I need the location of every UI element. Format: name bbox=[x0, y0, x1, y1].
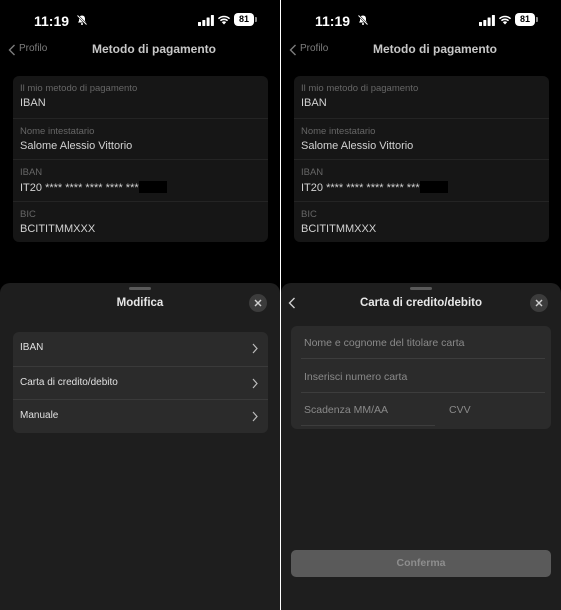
page-title: Metodo di pagamento bbox=[92, 42, 216, 56]
info-label: Nome intestatario bbox=[20, 125, 95, 137]
info-value: Salome Alessio Vittorio bbox=[301, 139, 414, 152]
payment-info-card: Il mio metodo di pagamento IBAN Nome int… bbox=[294, 76, 549, 242]
info-row-method: Il mio metodo di pagamento IBAN bbox=[294, 76, 549, 118]
info-label: Il mio metodo di pagamento bbox=[20, 83, 138, 94]
status-bar: 11:19 81 bbox=[0, 0, 280, 40]
expiry-placeholder: Scadenza MM/AA bbox=[304, 404, 389, 416]
confirm-button[interactable]: Conferma bbox=[291, 550, 551, 577]
option-label: Manuale bbox=[20, 410, 59, 421]
redaction-block bbox=[138, 181, 167, 193]
info-value: Salome Alessio Vittorio bbox=[20, 139, 133, 152]
cvv-field[interactable]: CVV bbox=[446, 393, 545, 426]
option-iban[interactable]: IBAN bbox=[13, 332, 268, 366]
sheet-title: Carta di credito/debito bbox=[359, 297, 483, 309]
battery-icon: 81 bbox=[234, 13, 257, 26]
info-label: Il mio metodo di pagamento bbox=[301, 83, 419, 94]
cellular-signal-icon bbox=[479, 15, 495, 26]
status-time: 11:19 bbox=[315, 13, 351, 29]
info-label: Nome intestatario bbox=[301, 125, 376, 137]
option-manual[interactable]: Manuale bbox=[13, 399, 268, 433]
close-button[interactable] bbox=[530, 294, 548, 312]
battery-level: 81 bbox=[515, 13, 535, 26]
battery-level: 81 bbox=[234, 13, 254, 26]
sheet-grabber[interactable] bbox=[410, 287, 432, 290]
info-value: BCITITMMXXX bbox=[20, 222, 96, 235]
info-value-wrapper: IT20 **** **** **** **** *** bbox=[20, 181, 167, 194]
info-label: BIC bbox=[301, 208, 317, 220]
info-row-iban: IBAN IT20 **** **** **** **** *** bbox=[294, 159, 549, 201]
option-label: Carta di credito/debito bbox=[20, 376, 118, 388]
info-row-method: Il mio metodo di pagamento IBAN bbox=[13, 76, 268, 118]
chevron-right-icon bbox=[252, 411, 258, 422]
battery-icon: 81 bbox=[515, 13, 538, 26]
bell-muted-icon bbox=[357, 14, 369, 26]
payment-options-list: IBAN Carta di credito/debito Manuale bbox=[13, 332, 268, 433]
bell-muted-icon bbox=[76, 14, 88, 26]
card-form: Nome e cognome del titolare carta Inseri… bbox=[291, 326, 551, 429]
cardholder-name-placeholder: Nome e cognome del titolare carta bbox=[304, 337, 465, 349]
info-row-iban: IBAN IT20 **** **** **** **** *** bbox=[13, 159, 268, 201]
cellular-signal-icon bbox=[198, 15, 214, 26]
card-number-placeholder: Inserisci numero carta bbox=[304, 371, 408, 383]
nav-bar: Profilo Metodo di pagamento bbox=[0, 38, 280, 62]
close-icon bbox=[254, 299, 262, 307]
info-label: IBAN bbox=[301, 167, 324, 178]
status-bar: 11:19 81 bbox=[281, 0, 561, 40]
chevron-right-icon bbox=[252, 343, 258, 354]
credit-card-bottom-sheet: Carta di credito/debito Nome e cognome d… bbox=[281, 283, 561, 610]
card-number-field[interactable]: Inserisci numero carta bbox=[301, 360, 545, 393]
page-title: Metodo di pagamento bbox=[373, 42, 497, 56]
wifi-icon bbox=[498, 15, 512, 25]
info-row-bic: BIC BCITITMMXXX bbox=[294, 200, 549, 243]
cardholder-name-field[interactable]: Nome e cognome del titolare carta bbox=[301, 326, 545, 359]
payment-info-card: Il mio metodo di pagamento IBAN Nome int… bbox=[13, 76, 268, 242]
info-row-bic: BIC BCITITMMXXX bbox=[13, 200, 268, 243]
info-label: IBAN bbox=[20, 167, 43, 178]
info-row-holder: Nome intestatario Salome Alessio Vittori… bbox=[294, 117, 549, 160]
option-credit-card[interactable]: Carta di credito/debito bbox=[13, 365, 268, 400]
info-value-wrapper: IT20 **** **** **** **** *** bbox=[301, 181, 448, 194]
info-label: BIC bbox=[20, 208, 36, 220]
screen-credit-card-form: 11:19 81 Profilo Metodo di pagamento Il … bbox=[281, 0, 561, 610]
info-value: IBAN bbox=[301, 97, 327, 109]
edit-bottom-sheet: Modifica IBAN Carta di credito/debito Ma… bbox=[0, 283, 280, 610]
nav-bar: Profilo Metodo di pagamento bbox=[281, 38, 561, 62]
wifi-icon bbox=[217, 15, 231, 25]
info-value: IT20 **** **** **** **** *** bbox=[301, 182, 420, 194]
status-time: 11:19 bbox=[34, 13, 70, 29]
close-button[interactable] bbox=[249, 294, 267, 312]
close-icon bbox=[535, 299, 543, 307]
option-label: IBAN bbox=[20, 342, 44, 353]
info-value: BCITITMMXXX bbox=[301, 222, 377, 235]
expiry-field[interactable]: Scadenza MM/AA bbox=[301, 393, 435, 426]
redaction-block bbox=[419, 181, 448, 193]
chevron-right-icon bbox=[252, 378, 258, 388]
screen-edit-payment-method: 11:19 81 Profilo Metodo di pagamento Il … bbox=[0, 0, 280, 610]
info-value: IBAN bbox=[20, 97, 46, 109]
sheet-title: Modifica bbox=[116, 297, 164, 309]
cvv-placeholder: CVV bbox=[449, 404, 471, 416]
info-row-holder: Nome intestatario Salome Alessio Vittori… bbox=[13, 117, 268, 160]
info-value: IT20 **** **** **** **** *** bbox=[20, 182, 139, 194]
sheet-grabber[interactable] bbox=[129, 287, 151, 290]
